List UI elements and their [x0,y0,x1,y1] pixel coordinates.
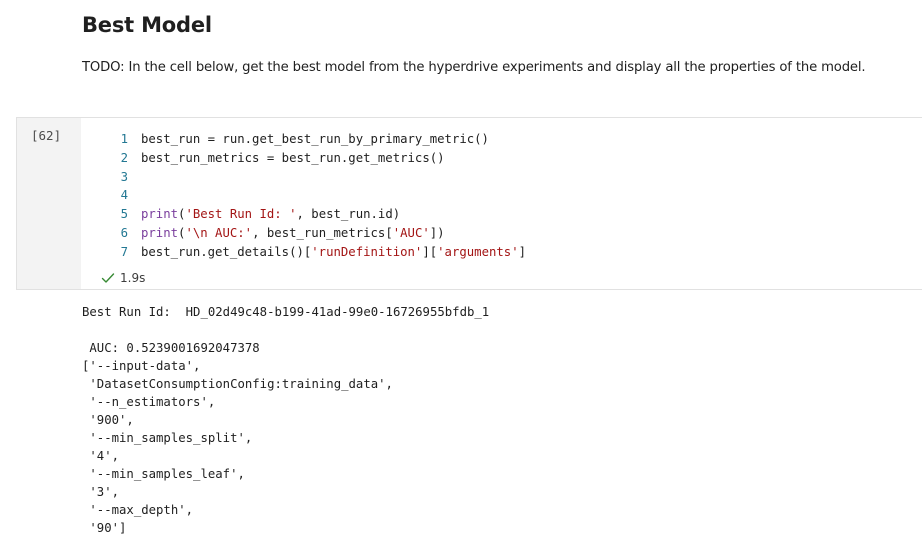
code-text: , best_run_metrics[ [252,225,393,240]
execution-count: [62] [31,128,62,143]
code-line[interactable]: 6 print('\n AUC:', best_run_metrics['AUC'… [81,224,922,243]
cell-gutter: [62] [17,118,81,289]
output-line: '900', [82,413,134,427]
code-keyword: print [141,207,179,222]
code-text: ][ [422,244,438,259]
line-number: 7 [120,244,128,259]
line-number: 5 [120,207,128,222]
execution-status: 1.9s [101,270,145,286]
code-text: best_run.get_details()[ [141,244,312,259]
code-string: 'AUC' [392,225,430,240]
markdown-cell[interactable]: Best Model TODO: In the cell below, get … [82,10,912,78]
output-line: '3', [82,485,120,499]
output-line: ['--input-data', [82,359,201,373]
code-line[interactable]: 3 [81,168,922,187]
line-number: 4 [120,188,128,203]
code-line[interactable]: 1 best_run = run.get_best_run_by_primary_… [81,130,922,149]
output-line: '--min_samples_split', [82,431,253,445]
code-editor[interactable]: 1 best_run = run.get_best_run_by_primary_… [81,130,922,262]
section-heading: Best Model [82,13,212,37]
output-line: '4', [82,449,120,463]
code-keyword: print [141,225,179,240]
line-code: best_run = run.get_best_run_by_primary_m… [141,130,489,149]
code-text: ]) [429,225,445,240]
line-number: 2 [120,150,128,165]
line-number: 3 [120,169,128,184]
line-code: best_run_metrics = best_run.get_metrics(… [141,149,445,168]
output-line: '90'] [82,521,127,535]
output-line: AUC: 0.5239001692047378 [82,341,260,355]
output-line: '--max_depth', [82,503,194,517]
code-line[interactable]: 2 best_run_metrics = best_run.get_metrics… [81,149,922,168]
code-text: ] [518,244,526,259]
line-number: 1 [120,132,128,146]
code-string: 'runDefinition' [311,244,423,259]
line-code: print('Best Run Id: ', best_run.id) [141,205,400,224]
todo-text: TODO: In the cell below, get the best mo… [82,60,866,75]
cell-output: Best Run Id: HD_02d49c48-b199-41ad-99e0-… [82,303,489,537]
code-line[interactable]: 4 [81,186,922,205]
check-icon [101,273,115,283]
line-code: best_run.get_details()['runDefinition'][… [141,243,526,262]
code-line[interactable]: 7 best_run.get_details()['runDefinition']… [81,243,922,262]
code-string: 'Best Run Id: ' [185,207,297,222]
code-line[interactable]: 5 print('Best Run Id: ', best_run.id) [81,205,922,224]
execution-duration: 1.9s [120,271,146,285]
output-line: '--n_estimators', [82,395,216,409]
code-string: '\n AUC:' [185,225,253,240]
output-line: Best Run Id: HD_02d49c48-b199-41ad-99e0-… [82,305,490,319]
output-line: '--min_samples_leaf', [82,467,245,481]
notebook-page: Best Model TODO: In the cell below, get … [0,0,922,550]
line-code: print('\n AUC:', best_run_metrics['AUC']… [141,224,445,243]
code-text: best_run = run.get_best_run_by_primary_m… [141,132,489,146]
code-cell[interactable]: [62] 1 best_run = run.get_best_run_by_pri… [16,117,922,290]
code-text: best_run_metrics = best_run.get_metrics(… [141,150,445,165]
code-text: , best_run.id) [296,207,401,222]
code-string: 'arguments' [437,244,519,259]
output-line: 'DatasetConsumptionConfig:training_data'… [82,377,393,391]
line-number: 6 [120,225,128,240]
